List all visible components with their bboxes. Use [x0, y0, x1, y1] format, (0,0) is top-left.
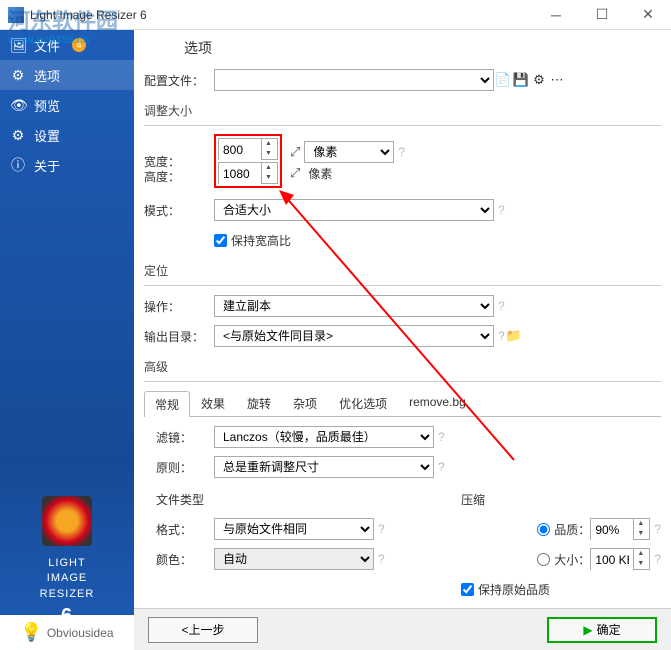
- height-input[interactable]: [219, 163, 261, 185]
- folder-icon[interactable]: 📁: [505, 327, 523, 345]
- filetype-title: 文件类型: [144, 491, 214, 508]
- info-icon: ⓘ: [10, 155, 26, 175]
- quality-radio[interactable]: 品质：: [537, 521, 590, 538]
- dimensions-highlight: ▲▼ ▲▼: [214, 134, 282, 188]
- close-button[interactable]: ✕: [625, 0, 671, 30]
- height-unit-label: 像素: [304, 165, 394, 182]
- keep-ratio-checkbox[interactable]: 保持宽高比: [214, 232, 291, 249]
- outdir-label: 输出目录：: [144, 328, 214, 345]
- profile-more-icon[interactable]: ⋯: [548, 71, 566, 89]
- help-icon[interactable]: ?: [498, 329, 505, 343]
- keep-original-checkbox[interactable]: 保持原始品质: [461, 581, 661, 598]
- outdir-select[interactable]: <与原始文件同目录>: [214, 325, 494, 347]
- bulb-icon: 💡: [20, 622, 42, 643]
- swap-icon[interactable]: ⤢: [290, 165, 300, 181]
- position-section-title: 定位: [144, 262, 661, 279]
- tab-rotate[interactable]: 旋转: [236, 390, 282, 416]
- content-panel: 选项 配置文件： 📄 💾 ⚙ ⋯ 调整大小 宽度： ▲▼ ▲▼: [134, 30, 671, 650]
- sidebar-item-files[interactable]: 🖼 文件 4: [0, 30, 134, 60]
- advanced-tabs: 常规 效果 旋转 杂项 优化选项 remove.bg: [144, 390, 661, 417]
- format-select[interactable]: 与原始文件相同: [214, 518, 374, 540]
- tab-general[interactable]: 常规: [144, 391, 190, 417]
- minimize-button[interactable]: ─: [533, 0, 579, 30]
- logo-image: [42, 496, 92, 546]
- sidebar-item-options[interactable]: ⚙ 选项: [0, 60, 134, 90]
- size-spinner[interactable]: ▲▼: [590, 548, 650, 570]
- profile-save-icon[interactable]: 💾: [512, 71, 530, 89]
- profile-select[interactable]: [214, 69, 494, 91]
- help-icon[interactable]: ?: [438, 430, 445, 444]
- sidebar-item-label: 选项: [34, 66, 60, 85]
- color-label: 颜色：: [144, 551, 214, 568]
- sidebar-item-label: 文件: [34, 36, 60, 55]
- width-spinner[interactable]: ▲▼: [218, 138, 278, 160]
- format-label: 格式：: [144, 521, 214, 538]
- sidebar: 🖼 文件 4 ⚙ 选项 👁 预览 ⚙ 设置 ⓘ 关于 LIGHT IMAGE R…: [0, 30, 134, 650]
- sidebar-item-label: 关于: [34, 156, 60, 175]
- sidebar-item-settings[interactable]: ⚙ 设置: [0, 120, 134, 150]
- filter-select[interactable]: Lanczos（较慢，品质最佳）: [214, 426, 434, 448]
- eye-icon: 👁: [10, 97, 26, 114]
- profile-label: 配置文件：: [144, 72, 214, 89]
- compress-title: 压缩: [461, 491, 661, 508]
- sidebar-item-label: 设置: [34, 126, 60, 145]
- help-icon[interactable]: ?: [654, 552, 661, 566]
- footer-brand[interactable]: 💡 Obviousidea: [0, 615, 134, 650]
- color-select[interactable]: 自动: [214, 548, 374, 570]
- files-count-badge: 4: [72, 38, 86, 52]
- tab-optimize[interactable]: 优化选项: [328, 390, 398, 416]
- help-icon[interactable]: ?: [438, 460, 445, 474]
- rule-label: 原则：: [144, 459, 214, 476]
- ok-button[interactable]: ▶确定: [547, 617, 657, 643]
- help-icon[interactable]: ?: [398, 145, 405, 159]
- tab-effects[interactable]: 效果: [190, 390, 236, 416]
- quality-spinner[interactable]: ▲▼: [590, 518, 650, 540]
- resize-section-title: 调整大小: [144, 102, 661, 119]
- width-input[interactable]: [219, 139, 261, 161]
- window-title: Light Image Resizer 6: [30, 8, 533, 22]
- width-unit-select[interactable]: 像素: [304, 141, 394, 163]
- help-icon[interactable]: ?: [378, 522, 385, 536]
- maximize-button[interactable]: ☐: [579, 0, 625, 30]
- help-icon[interactable]: ?: [498, 299, 505, 313]
- app-icon: [8, 7, 24, 23]
- page-title: 选项: [144, 38, 661, 58]
- titlebar: Light Image Resizer 6 ─ ☐ ✕: [0, 0, 671, 30]
- profile-manage-icon[interactable]: ⚙: [530, 71, 548, 89]
- action-select[interactable]: 建立副本: [214, 295, 494, 317]
- sidebar-item-label: 预览: [34, 96, 60, 115]
- sidebar-item-about[interactable]: ⓘ 关于: [0, 150, 134, 180]
- action-label: 操作：: [144, 298, 214, 315]
- help-icon[interactable]: ?: [654, 522, 661, 536]
- tab-removebg[interactable]: remove.bg: [398, 390, 477, 416]
- sliders-icon: ⚙: [10, 67, 26, 84]
- filter-label: 滤镜：: [144, 429, 214, 446]
- play-icon: ▶: [583, 623, 592, 637]
- profile-add-icon[interactable]: 📄: [494, 71, 512, 89]
- help-icon[interactable]: ?: [498, 203, 505, 217]
- gear-icon: ⚙: [10, 127, 26, 144]
- mode-select[interactable]: 合适大小: [214, 199, 494, 221]
- rule-select[interactable]: 总是重新调整尺寸: [214, 456, 434, 478]
- advanced-section-title: 高级: [144, 358, 661, 375]
- tab-misc[interactable]: 杂项: [282, 390, 328, 416]
- mode-label: 模式：: [144, 202, 214, 219]
- back-button[interactable]: <上一步: [148, 617, 258, 643]
- height-label: 高度：: [144, 168, 214, 185]
- files-icon: 🖼: [10, 37, 26, 54]
- size-radio[interactable]: 大小：: [537, 551, 590, 568]
- help-icon[interactable]: ?: [378, 552, 385, 566]
- height-spinner[interactable]: ▲▼: [218, 162, 278, 184]
- swap-icon[interactable]: ⤢: [290, 144, 300, 160]
- sidebar-item-preview[interactable]: 👁 预览: [0, 90, 134, 120]
- bottom-bar: <上一步 ▶确定: [134, 608, 671, 650]
